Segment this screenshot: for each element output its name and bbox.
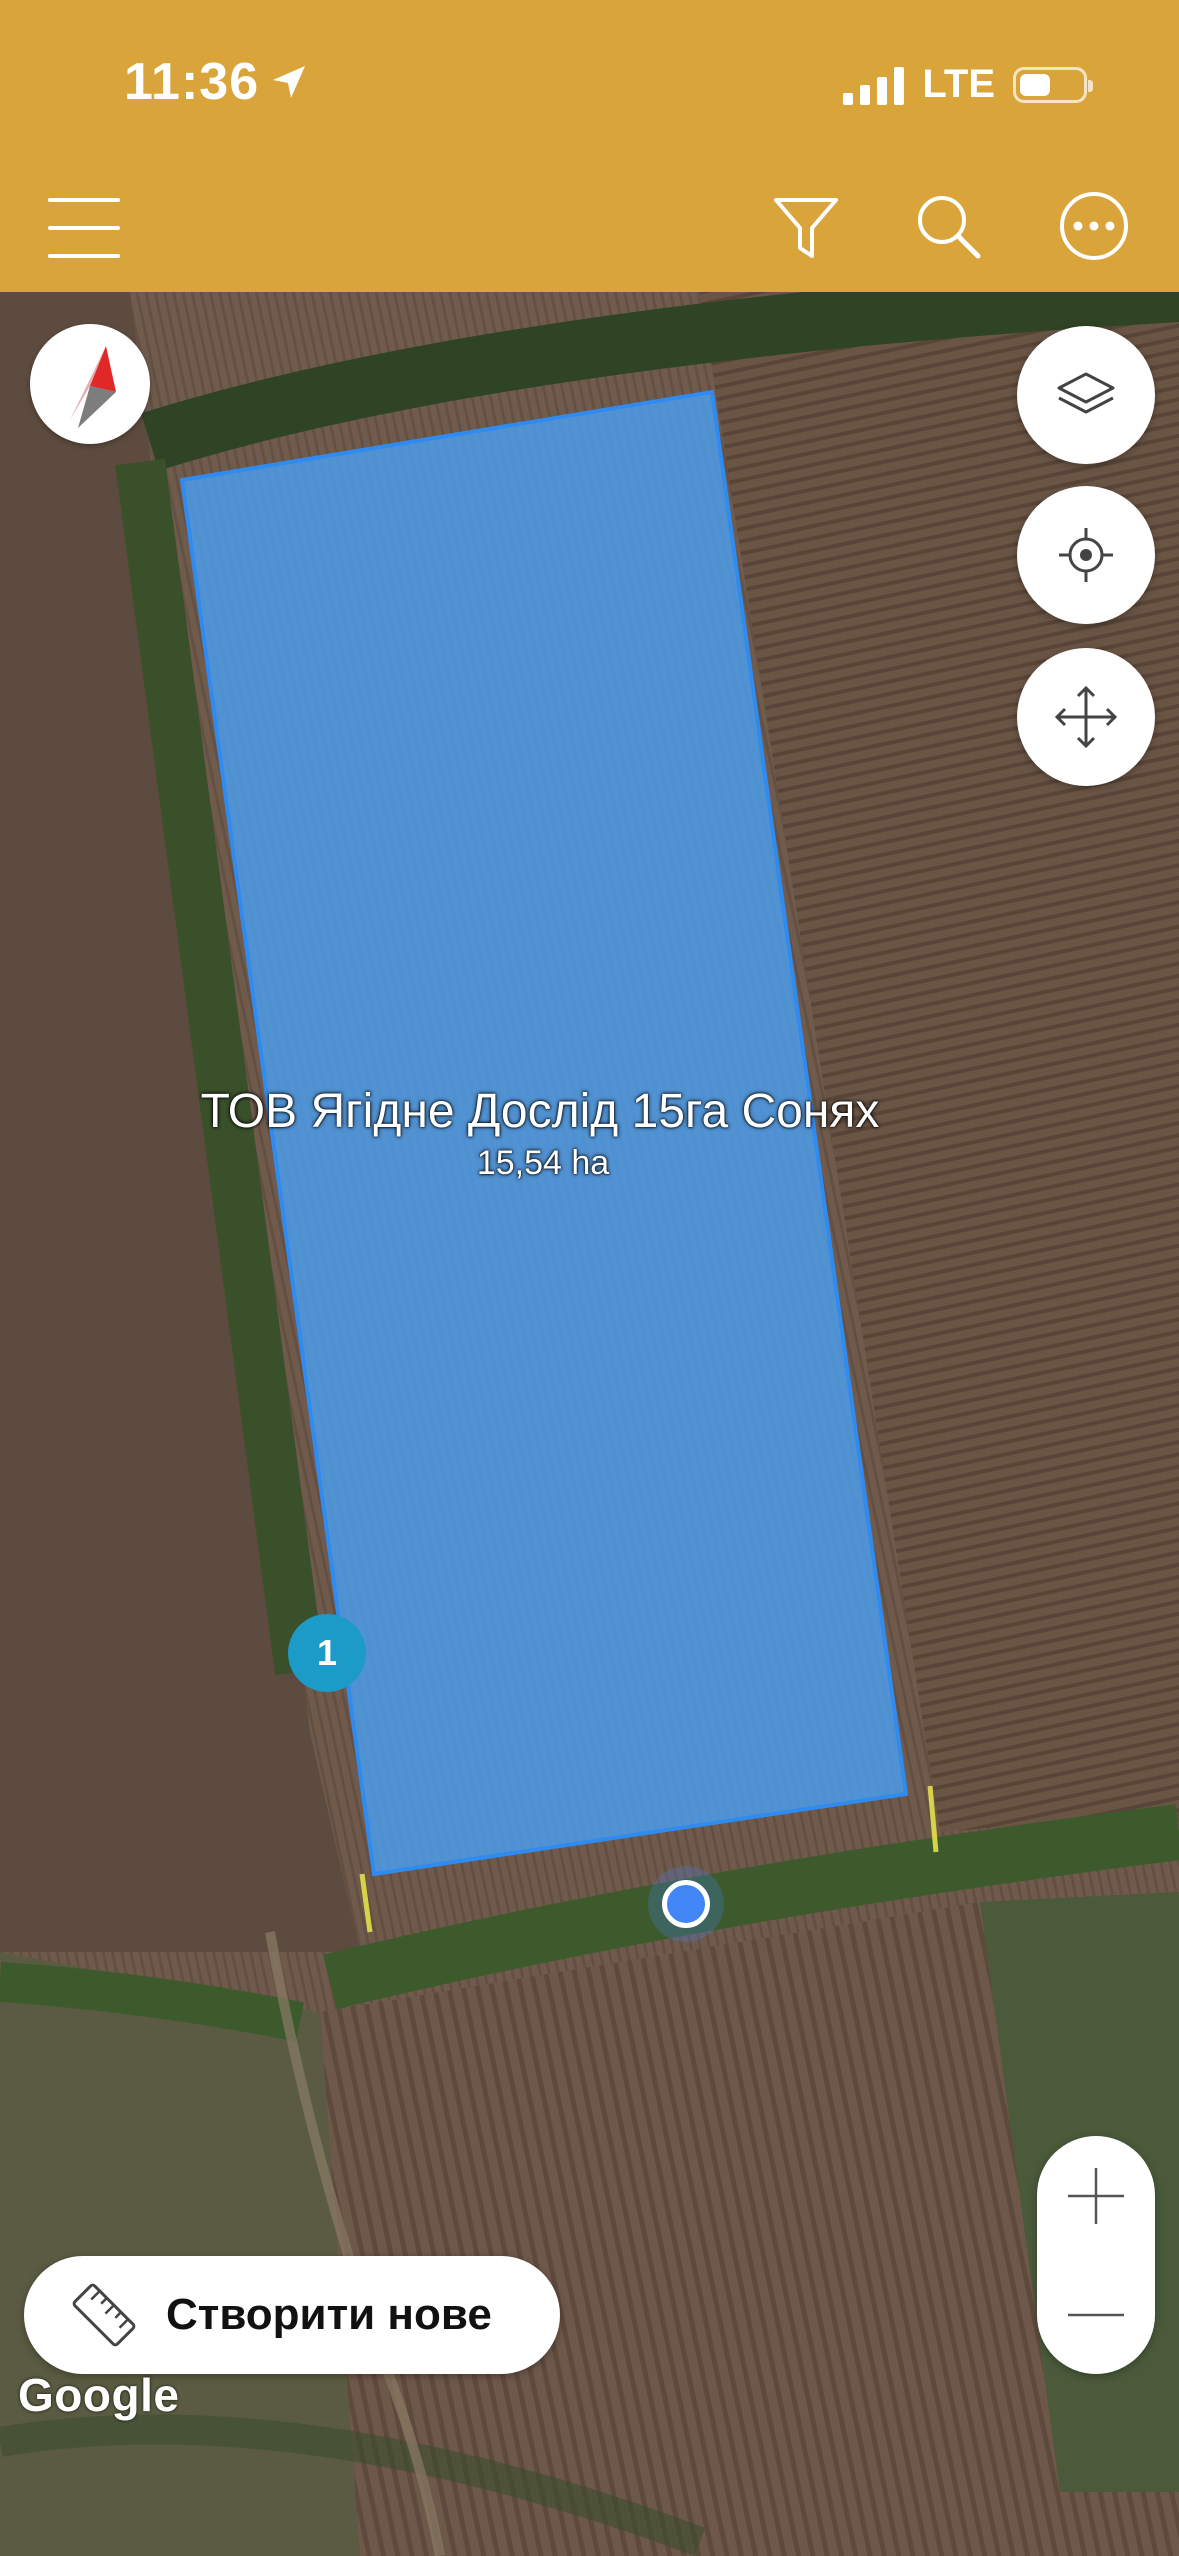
field-area-label: 15,54 ha bbox=[476, 1144, 610, 1182]
status-time: 11:36 bbox=[124, 52, 309, 112]
zoom-out-button[interactable] bbox=[1037, 2255, 1155, 2374]
signal-icon bbox=[843, 65, 905, 105]
status-indicators: LTE bbox=[843, 62, 1093, 107]
move-button[interactable] bbox=[1017, 648, 1155, 786]
top-bar: 11:36 LTE bbox=[0, 0, 1179, 292]
compass-icon[interactable] bbox=[30, 324, 150, 444]
create-new-label: Створити нове bbox=[166, 2290, 492, 2339]
more-options-icon[interactable] bbox=[1054, 186, 1134, 266]
create-new-button[interactable]: Створити нове bbox=[24, 2256, 560, 2374]
time-text: 11:36 bbox=[124, 53, 260, 111]
move-arrows-icon bbox=[1054, 685, 1118, 749]
network-label: LTE bbox=[922, 62, 995, 106]
my-location-icon bbox=[1059, 528, 1113, 582]
current-location-dot bbox=[662, 1880, 710, 1928]
layers-button[interactable] bbox=[1017, 326, 1155, 464]
hamburger-menu-icon[interactable] bbox=[48, 196, 120, 260]
my-location-button[interactable] bbox=[1017, 486, 1155, 624]
location-arrow-icon bbox=[273, 66, 306, 98]
filter-icon[interactable] bbox=[766, 186, 846, 266]
minus-icon bbox=[1068, 2313, 1124, 2316]
battery-icon bbox=[1013, 66, 1093, 103]
field-marker[interactable]: 1 bbox=[288, 1614, 366, 1692]
field-name-label[interactable]: ТОВ Ягідне Дослід 15га Сонях bbox=[0, 1084, 1080, 1139]
zoom-in-button[interactable] bbox=[1037, 2136, 1155, 2255]
google-attribution: Google bbox=[18, 2369, 180, 2421]
ruler-icon bbox=[72, 2283, 136, 2347]
zoom-control bbox=[1037, 2136, 1155, 2374]
plus-icon bbox=[1068, 2167, 1124, 2224]
map-view[interactable]: ТОВ Ягідне Дослід 15га Сонях 15,54 ha 1 … bbox=[0, 292, 1179, 2556]
satellite-imagery bbox=[0, 292, 1179, 2556]
search-icon[interactable] bbox=[908, 186, 988, 266]
layers-icon bbox=[1057, 372, 1115, 414]
status-bar: 11:36 LTE bbox=[0, 0, 1179, 170]
